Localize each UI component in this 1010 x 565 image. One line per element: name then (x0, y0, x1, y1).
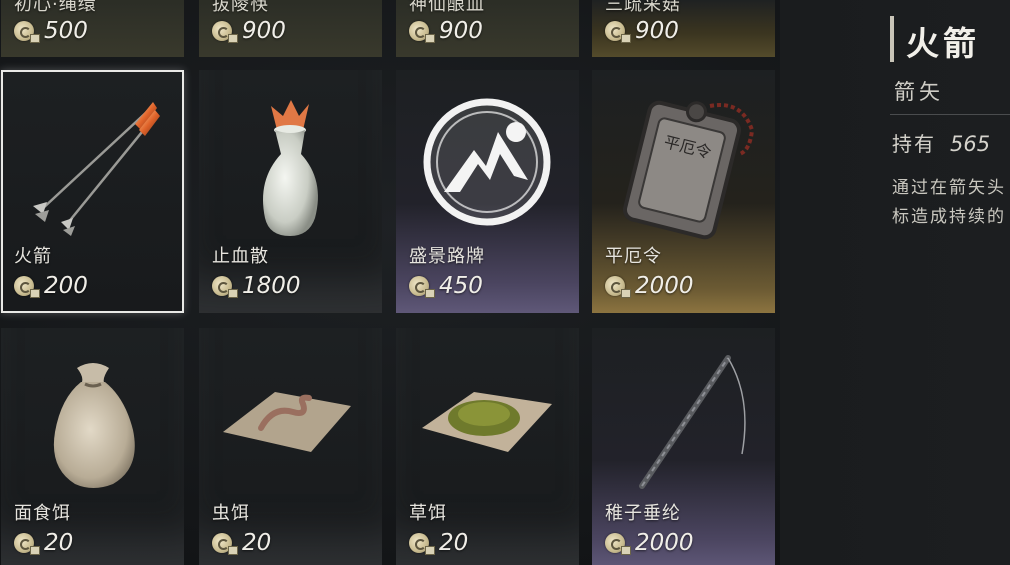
description-line: 通过在箭矢头 (892, 178, 1006, 198)
detail-owned-row: 持有 565 (892, 128, 990, 157)
shop-item-card[interactable]: 神仙酿血 900 (396, 0, 579, 57)
shop-item-card[interactable]: 平厄令 平厄令 2000 (592, 70, 775, 313)
shop-item-card[interactable]: 初心·绳缳 500 (1, 0, 184, 57)
coin-icon (409, 533, 435, 555)
coin-icon (409, 21, 435, 43)
worm-bait-icon (223, 392, 351, 452)
item-name: 平厄令 (605, 246, 662, 267)
shop-item-card[interactable]: 三疏采菇 900 (592, 0, 775, 57)
item-price: 2000 (635, 273, 694, 299)
item-price-row: 2000 (605, 273, 694, 299)
owned-label: 持有 (892, 132, 936, 156)
shop-item-card[interactable]: 面食饵 20 (1, 328, 184, 565)
detail-description: 通过在箭矢头 标造成持续的 (892, 174, 1010, 232)
item-price-row: 20 (14, 530, 73, 556)
item-name: 火箭 (14, 246, 52, 267)
coin-icon (212, 276, 238, 298)
coin-icon (605, 21, 631, 43)
fire-arrow-icon (33, 102, 160, 236)
item-price-row: 900 (212, 18, 286, 44)
coin-icon (212, 533, 238, 555)
item-price: 20 (44, 530, 74, 556)
detail-title: 火箭 (906, 24, 980, 63)
item-name: 虫饵 (212, 503, 250, 524)
item-detail-panel: 火箭 箭矢 持有 565 通过在箭矢头 标造成持续的 (780, 0, 1010, 565)
item-name: 稚子垂纶 (605, 503, 681, 524)
detail-category: 箭矢 (894, 80, 944, 104)
item-price-row: 450 (409, 273, 483, 299)
shop-item-card[interactable]: 拔陵筷 900 (199, 0, 382, 57)
shop-item-card[interactable]: 稚子垂纶 2000 (592, 328, 775, 565)
item-price: 500 (44, 18, 88, 44)
item-name: 盛景路牌 (409, 246, 485, 267)
item-price: 20 (439, 530, 469, 556)
mountain-sign-icon (423, 98, 551, 226)
coin-icon (605, 533, 631, 555)
coin-icon (409, 276, 435, 298)
item-price-row: 200 (14, 273, 88, 299)
item-price: 450 (439, 273, 483, 299)
item-name: 拔陵筷 (212, 0, 269, 15)
shop-item-card-fire-arrow[interactable]: 火箭 200 (1, 70, 184, 313)
token-tablet-icon: 平厄令 (622, 100, 755, 240)
title-accent-bar (890, 16, 894, 62)
item-price-row: 2000 (605, 530, 694, 556)
item-price: 900 (635, 18, 679, 44)
shop-item-card[interactable]: 草饵 20 (396, 328, 579, 565)
item-name: 三疏采菇 (605, 0, 681, 15)
item-price-row: 500 (14, 18, 88, 44)
coin-icon (14, 533, 40, 555)
coin-icon (605, 276, 631, 298)
item-price-row: 20 (409, 530, 468, 556)
vase-icon (263, 100, 318, 236)
item-name: 草饵 (409, 503, 447, 524)
owned-count: 565 (950, 132, 991, 156)
fishing-rod-icon (639, 355, 746, 489)
description-line: 标造成持续的 (892, 207, 1006, 227)
item-price: 2000 (635, 530, 694, 556)
item-price-row: 20 (212, 530, 271, 556)
coin-icon (212, 21, 238, 43)
item-price: 900 (439, 18, 483, 44)
item-name: 止血散 (212, 246, 269, 267)
item-name: 初心·绳缳 (14, 0, 97, 15)
item-name: 神仙酿血 (409, 0, 485, 15)
item-price: 1800 (242, 273, 301, 299)
shop-screen: 初心·绳缳 500 拔陵筷 900 神仙酿血 900 三疏采菇 900 火箭 2… (0, 0, 1010, 565)
item-price-row: 900 (409, 18, 483, 44)
shop-item-card[interactable]: 盛景路牌 450 (396, 70, 579, 313)
detail-divider (890, 114, 1010, 115)
item-price-row: 900 (605, 18, 679, 44)
shop-item-card[interactable]: 虫饵 20 (199, 328, 382, 565)
coin-icon (14, 21, 40, 43)
item-name: 面食饵 (14, 503, 71, 524)
item-price-row: 1800 (212, 273, 301, 299)
coin-icon (14, 276, 40, 298)
item-price: 200 (44, 273, 88, 299)
shop-item-card[interactable]: 止血散 1800 (199, 70, 382, 313)
item-price: 900 (242, 18, 286, 44)
grass-bait-icon (422, 392, 552, 452)
flour-sack-icon (53, 363, 135, 488)
item-price: 20 (242, 530, 272, 556)
